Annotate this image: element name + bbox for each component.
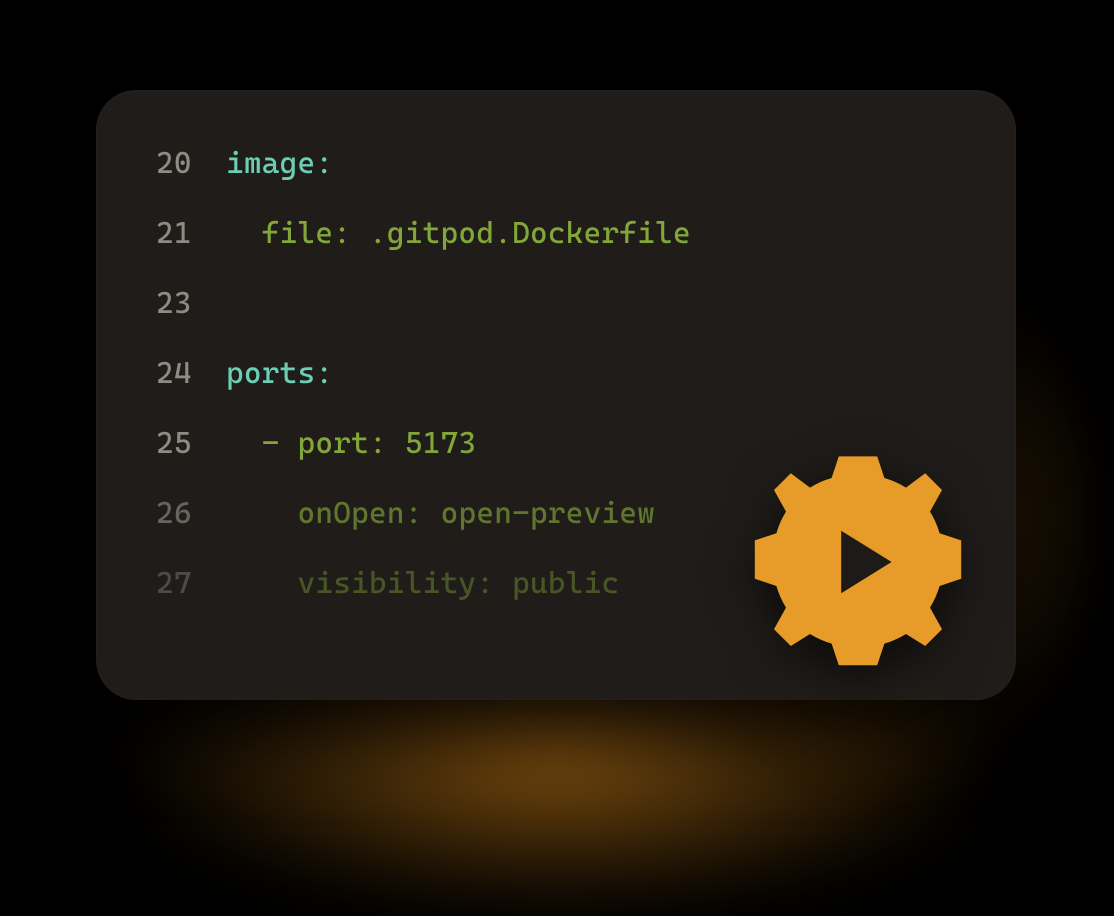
line-number: 20 (156, 146, 226, 181)
code-line: 24ports: (156, 356, 956, 426)
code-line: 23 (156, 286, 956, 356)
code-line: 20image: (156, 146, 956, 216)
line-number: 25 (156, 426, 226, 461)
code-content: - port: 5173 (226, 426, 476, 461)
code-content: image: (226, 146, 333, 181)
code-content: onOpen: open-preview (226, 496, 655, 531)
code-content: ports: (226, 356, 333, 391)
code-line: 21 file: .gitpod.Dockerfile (156, 216, 956, 286)
code-content: file: .gitpod.Dockerfile (226, 216, 691, 251)
line-number: 26 (156, 496, 226, 531)
line-number: 27 (156, 566, 226, 601)
gear-play-icon (738, 442, 978, 682)
code-content: visibility: public (226, 566, 619, 601)
line-number: 23 (156, 286, 226, 321)
line-number: 21 (156, 216, 226, 251)
code-editor-panel: 20image:21 file: .gitpod.Dockerfile2324p… (96, 90, 1016, 700)
line-number: 24 (156, 356, 226, 391)
